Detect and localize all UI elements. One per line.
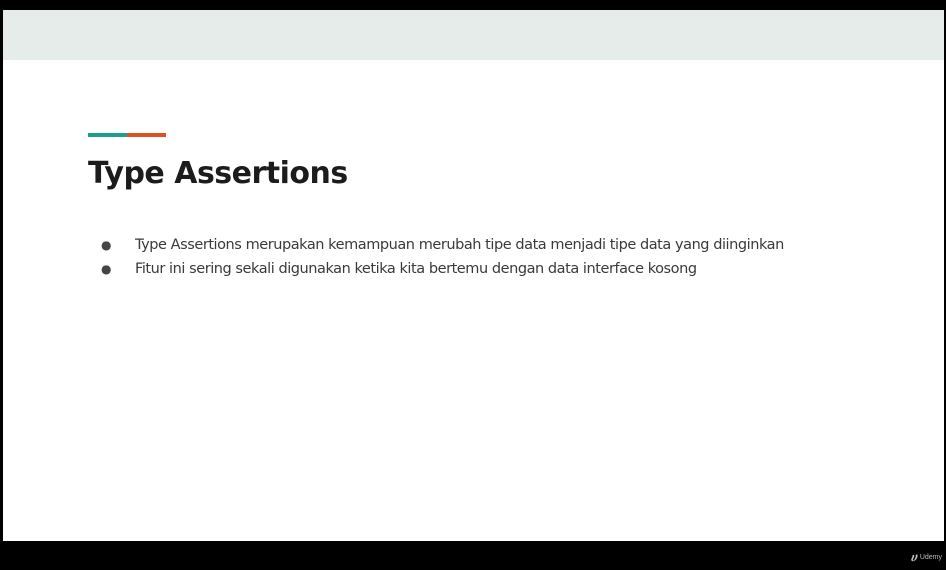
title-accent-teal <box>88 133 127 137</box>
bullet-dot-icon: ● <box>100 238 112 252</box>
bullet-text: Fitur ini sering sekali digunakan ketika… <box>135 261 697 277</box>
udemy-logo-icon: ሀ <box>910 550 917 564</box>
udemy-watermark: ሀ Udemy <box>911 550 942 565</box>
slide-header-band <box>3 10 944 60</box>
bullet-dot-icon: ● <box>100 262 112 276</box>
title-accent-orange <box>127 133 166 137</box>
watermark-label: Udemy <box>919 554 942 561</box>
video-top-bar <box>0 0 946 10</box>
slide-title: Type Assertions <box>88 156 348 191</box>
bullet-text: Type Assertions merupakan kemampuan meru… <box>135 237 784 253</box>
presentation-slide: Type Assertions ● Type Assertions merupa… <box>3 10 944 541</box>
video-bottom-bar: ሀ Udemy <box>0 541 946 570</box>
